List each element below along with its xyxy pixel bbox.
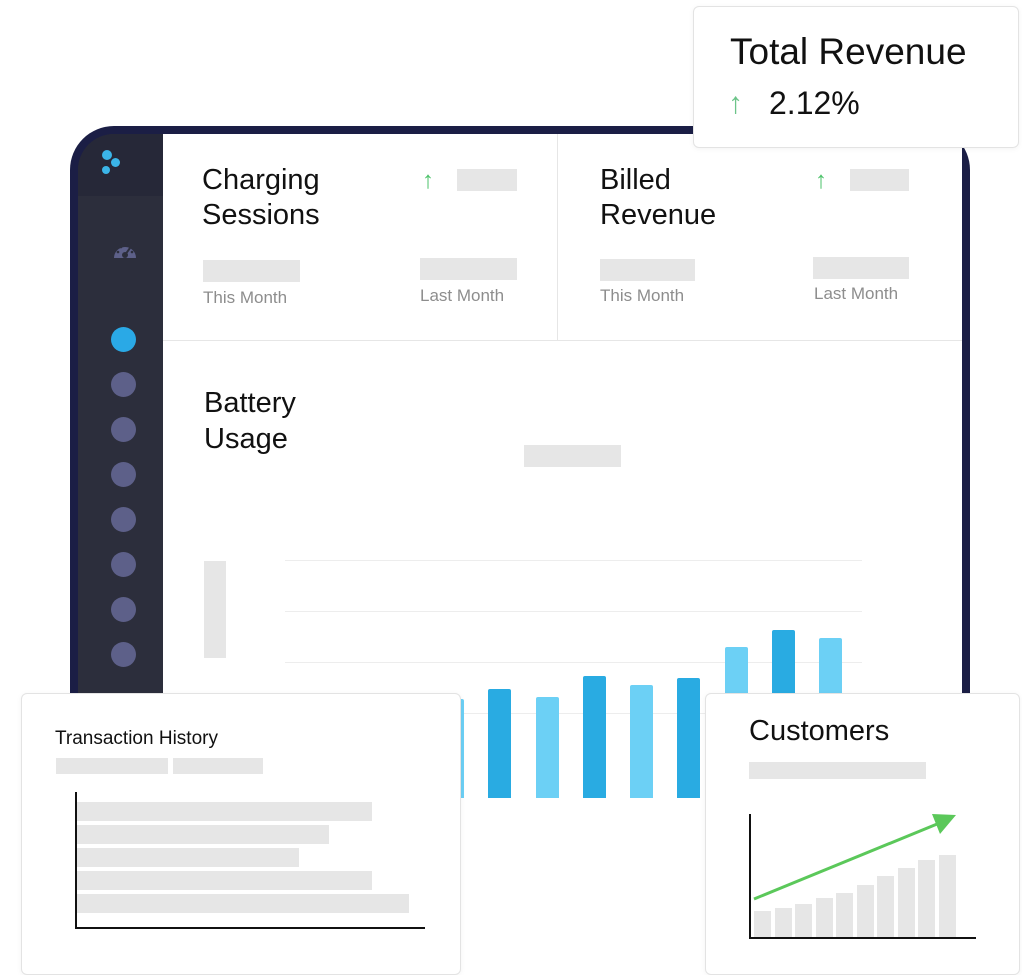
battery-bar	[582, 676, 606, 798]
kpi-title-line: Revenue	[600, 199, 717, 231]
battery-bar	[535, 697, 559, 798]
arrow-up-icon: ↑	[422, 167, 434, 194]
battery-bar	[630, 684, 654, 798]
customers-card[interactable]: Customers	[705, 693, 1020, 975]
transaction-bar	[77, 825, 330, 844]
value-placeholder	[420, 258, 517, 280]
gridline	[285, 560, 862, 561]
sidebar-nav-item[interactable]	[111, 462, 136, 487]
arrow-up-icon: ↑	[728, 87, 743, 120]
trend-arrow	[753, 814, 956, 901]
value-placeholder	[850, 169, 909, 191]
last-month-label: Last Month	[420, 286, 505, 305]
subtitle-placeholder	[173, 758, 263, 774]
x-axis	[75, 927, 425, 929]
total-revenue-title: Total Revenue	[730, 31, 967, 72]
dashboard-speedometer-icon[interactable]	[112, 240, 138, 267]
axis-label-placeholder	[204, 561, 226, 658]
total-revenue-value: 2.12%	[769, 85, 860, 121]
gridline	[285, 611, 862, 612]
transaction-bar	[77, 802, 373, 821]
transaction-bar	[77, 871, 373, 890]
transaction-bar	[77, 848, 300, 867]
last-month-label: Last Month	[814, 284, 899, 303]
value-placeholder	[203, 260, 300, 282]
sidebar-nav-item[interactable]	[111, 552, 136, 577]
total-revenue-card[interactable]: Total Revenue ↑ 2.12%	[693, 6, 1019, 148]
trend-line	[753, 820, 943, 901]
sidebar-nav-item[interactable]	[111, 417, 136, 442]
kpi-title-line: Sessions	[202, 199, 320, 231]
transaction-bar	[77, 894, 409, 913]
battery-usage-title: Battery Usage	[204, 385, 296, 457]
kpi-title: Billed Revenue	[600, 163, 716, 233]
battery-title-line: Battery	[204, 387, 296, 419]
value-placeholder	[457, 169, 517, 191]
kpi-title-line: Billed	[600, 164, 671, 196]
sidebar-nav-item[interactable]	[111, 372, 136, 397]
this-month-label: This Month	[203, 288, 288, 307]
battery-title-line: Usage	[204, 423, 288, 455]
kpi-title-line: Charging	[202, 164, 320, 196]
battery-bar	[677, 678, 701, 798]
sidebar-nav-item[interactable]	[111, 642, 136, 667]
sidebar-nav-item[interactable]	[111, 507, 136, 532]
transaction-history-card[interactable]: Transaction History	[21, 693, 461, 975]
kpi-title: Charging Sessions	[202, 163, 320, 233]
chart-subtitle-placeholder	[524, 445, 621, 467]
transaction-history-title: Transaction History	[55, 728, 218, 749]
sidebar-nav-item[interactable]	[111, 597, 136, 622]
divider	[163, 340, 962, 341]
divider	[557, 134, 558, 340]
value-placeholder	[813, 257, 909, 279]
arrow-up-icon: ↑	[815, 167, 827, 194]
sidebar-nav-item[interactable]	[111, 327, 136, 352]
battery-bar	[488, 688, 512, 798]
this-month-label: This Month	[600, 286, 685, 305]
logo-cell[interactable]	[78, 134, 163, 196]
value-placeholder	[600, 259, 695, 281]
subtitle-placeholder	[56, 758, 168, 774]
